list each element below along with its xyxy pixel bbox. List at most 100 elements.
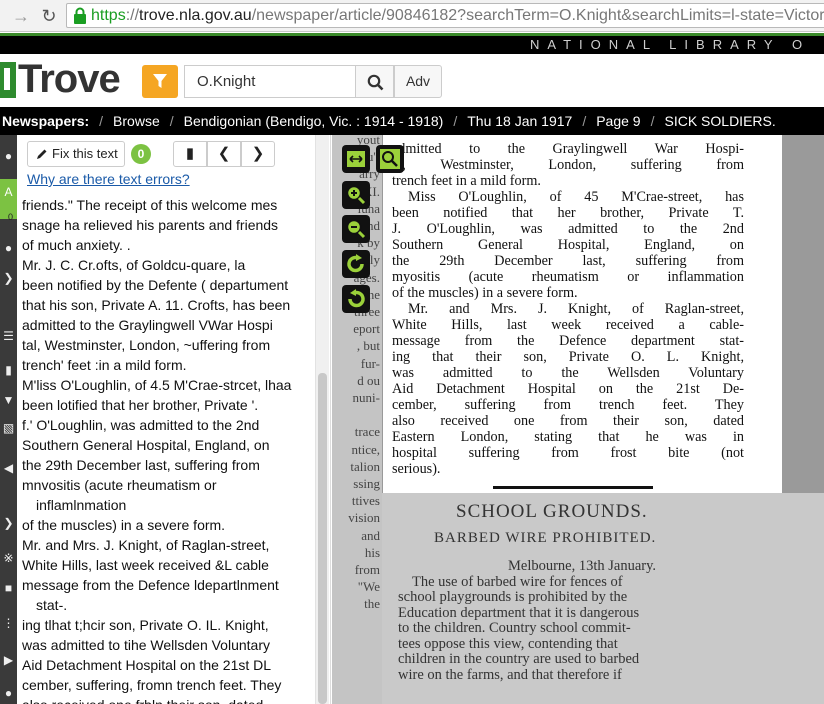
previous-article-button[interactable]: ❮ [207, 141, 241, 167]
share-icon[interactable]: ◀ [0, 455, 17, 481]
article-toolbar: ● A 0 ● ❯ ☰ ▮ ▼ ▧ ◀ ❯ ※ ■ ⋮ ▶ ● [0, 135, 17, 704]
list-icon[interactable]: ☰ [0, 323, 17, 349]
ocr-text-line: Mr. and Mrs. J. Knight, of Raglan-street… [22, 537, 270, 553]
ocr-text-line: M'liss O'Loughlin, of 4.5 M'Crae-strcet,… [22, 377, 292, 393]
article-scan-text: admitted to the Graylingwell War Hospi-a… [392, 135, 744, 477]
article-scan-line: was admitted to the Wellsden Voluntary [392, 365, 744, 381]
ocr-text-body[interactable]: friends." The receipt of this welcome me… [22, 195, 312, 704]
browser-address-bar: → ↻ https://trove.nla.gov.au/newspaper/a… [0, 0, 824, 32]
ocr-text-line: been lotified that her brother, Private … [22, 397, 259, 413]
next-article-button[interactable]: ❯ [241, 141, 275, 167]
document-button[interactable]: ▮ [173, 141, 207, 167]
filter-button[interactable] [142, 65, 178, 98]
forward-arrow-icon[interactable]: → [10, 5, 32, 27]
zoom-to-article-button[interactable] [376, 145, 404, 173]
info-icon[interactable]: ● [0, 143, 17, 169]
zoom-out-button[interactable] [342, 215, 370, 243]
text-tab-icon: A [4, 185, 13, 199]
article-scan-line: al, Westminster, London, suffering from [392, 157, 744, 173]
url-field[interactable]: https://trove.nla.gov.au/newspaper/artic… [66, 3, 824, 28]
more-icon[interactable]: ⋮ [0, 610, 17, 636]
filter-icon [153, 74, 167, 88]
expand-icon[interactable]: ▶ [0, 647, 17, 673]
article-scan-line: of the muscles) in a severe form. [392, 285, 578, 301]
browser-window: → ↻ https://trove.nla.gov.au/newspaper/a… [0, 0, 824, 704]
column-fragment-line: ssing [353, 476, 380, 491]
breadcrumb: Newspapers: / Browse / Bendigonian (Bendigo,… [0, 107, 824, 135]
reload-icon[interactable]: ↻ [38, 5, 60, 27]
ocr-text-line: that his son, Private A. 11. Crofts, has… [22, 297, 291, 313]
column-fragment-line: "We [357, 579, 380, 595]
column-fragment-line: from [354, 562, 380, 577]
adjacent-article-image: SCHOOL GROUNDS. BARBED WIRE PROHIBITED. … [382, 493, 824, 704]
text-pane-scrollbar[interactable] [315, 135, 329, 704]
print-icon[interactable]: ▧ [0, 415, 17, 441]
adjacent-article-line: to the children. Country school commit- [398, 620, 631, 636]
help-icon[interactable]: ■ [0, 575, 17, 601]
scrollbar-thumb[interactable] [318, 373, 327, 704]
ocr-text-line: Aid Detachment Hospital on the 21st DL [22, 657, 272, 673]
adjacent-article-line: tees oppose this view, contending that [398, 635, 618, 652]
rotate-right-icon [347, 254, 364, 273]
bookmark-icon[interactable]: ▮ [0, 357, 17, 383]
ocr-text-line: stat-. [36, 597, 68, 613]
trove-logo-icon[interactable] [0, 62, 16, 98]
zoom-in-button[interactable] [342, 181, 370, 209]
ocr-text-pane: Fix this text 0 ▮ ❮ ❯ Why are there text… [17, 135, 331, 704]
column-fragment-line: trace [354, 424, 380, 440]
column-fragment-line: fur- [360, 355, 380, 371]
cite-icon[interactable]: ● [0, 235, 17, 261]
breadcrumb-article: SICK SOLDIERS. [664, 113, 776, 129]
breadcrumb-title[interactable]: Bendigonian (Bendigo, Vic. : 1914 - 1918… [184, 107, 444, 135]
settings-icon[interactable]: ※ [0, 545, 17, 571]
column-fragment-line [334, 406, 380, 423]
adjacent-article-line: wire on the farms, and that therefore if [398, 666, 622, 683]
rotate-clockwise-button[interactable] [342, 250, 370, 278]
tag-icon[interactable]: ❯ [0, 265, 17, 291]
trove-header: Trove O.Knight Adv [0, 54, 824, 106]
fit-width-button[interactable] [342, 145, 370, 173]
article-scan-line: the 29th December last, suffering from [392, 253, 744, 269]
ocr-text-line: ing tlhat t;hcir son, Private O. IL. Kni… [22, 617, 269, 633]
breadcrumb-separator: / [650, 113, 655, 129]
chevron-right-icon: ❯ [251, 145, 265, 162]
document-icon: ▮ [185, 145, 195, 162]
search-icon [367, 74, 384, 91]
breadcrumb-issue[interactable]: Thu 18 Jan 1917 [467, 107, 572, 135]
comment-icon[interactable]: ❯ [0, 510, 17, 536]
download-icon[interactable]: ▼ [0, 387, 17, 413]
article-scan-line: hospital suffering from frost bite (not [392, 445, 744, 461]
article-scan-line: also received one from their son, dated [392, 413, 744, 429]
article-scan-line: serious). [392, 461, 441, 477]
fix-text-button[interactable]: Fix this text [27, 141, 125, 167]
article-scan-line: ing that their son, Private O. L. Knight… [392, 349, 744, 365]
column-fragment-line: talion [350, 458, 380, 474]
ocr-text-line: f.' O'Loughlin, was admitted to the 2nd [22, 417, 260, 433]
ocr-text-line: cember, suffering, fromn trench feet. Th… [22, 677, 282, 693]
ocr-text-line: message from the Defence ldepartlnment [22, 577, 279, 593]
column-fragment-line: ttives [351, 493, 380, 509]
breadcrumb-browse[interactable]: Browse [113, 107, 160, 135]
column-fragment-line: nuni- [352, 390, 380, 405]
article-scan-line: Mr. and Mrs. J. Knight, of Raglan-street… [408, 301, 744, 317]
column-fragment-line: the [364, 596, 380, 612]
text-tab[interactable]: A 0 [0, 179, 17, 222]
ocr-text-line: tal, Westminster, London, ~uffering from [22, 337, 271, 353]
zoom-in-icon [346, 185, 366, 205]
page-image-pane[interactable]: youtyou'rarryy. XI.lunaandk byentlyages.… [332, 135, 824, 704]
breadcrumb-page[interactable]: Page 9 [596, 107, 640, 135]
text-errors-link[interactable]: Why are there text errors? [27, 171, 190, 187]
search-button[interactable] [355, 65, 394, 98]
user-icon[interactable]: ● [0, 680, 17, 704]
ocr-text-line: was admitted to tihe Wellsden Voluntary [22, 637, 270, 653]
ocr-text-line: the 29th December last, suffering from [22, 457, 260, 473]
advanced-search-button[interactable]: Adv [394, 65, 442, 98]
url-host: trove.nla.gov.au [139, 7, 252, 24]
article-scan-line: J. O'Loughlin, was admitted to the 2nd [392, 221, 744, 237]
trove-logo[interactable]: Trove [18, 57, 121, 102]
article-scan-line: myositis (acute rheumatism or inflammati… [392, 269, 744, 285]
url-scheme: https [91, 7, 126, 24]
search-input[interactable]: O.Knight [184, 65, 355, 98]
article-scan-line: been notified that her brother, Private … [392, 205, 744, 221]
rotate-anticlockwise-button[interactable] [342, 285, 370, 313]
